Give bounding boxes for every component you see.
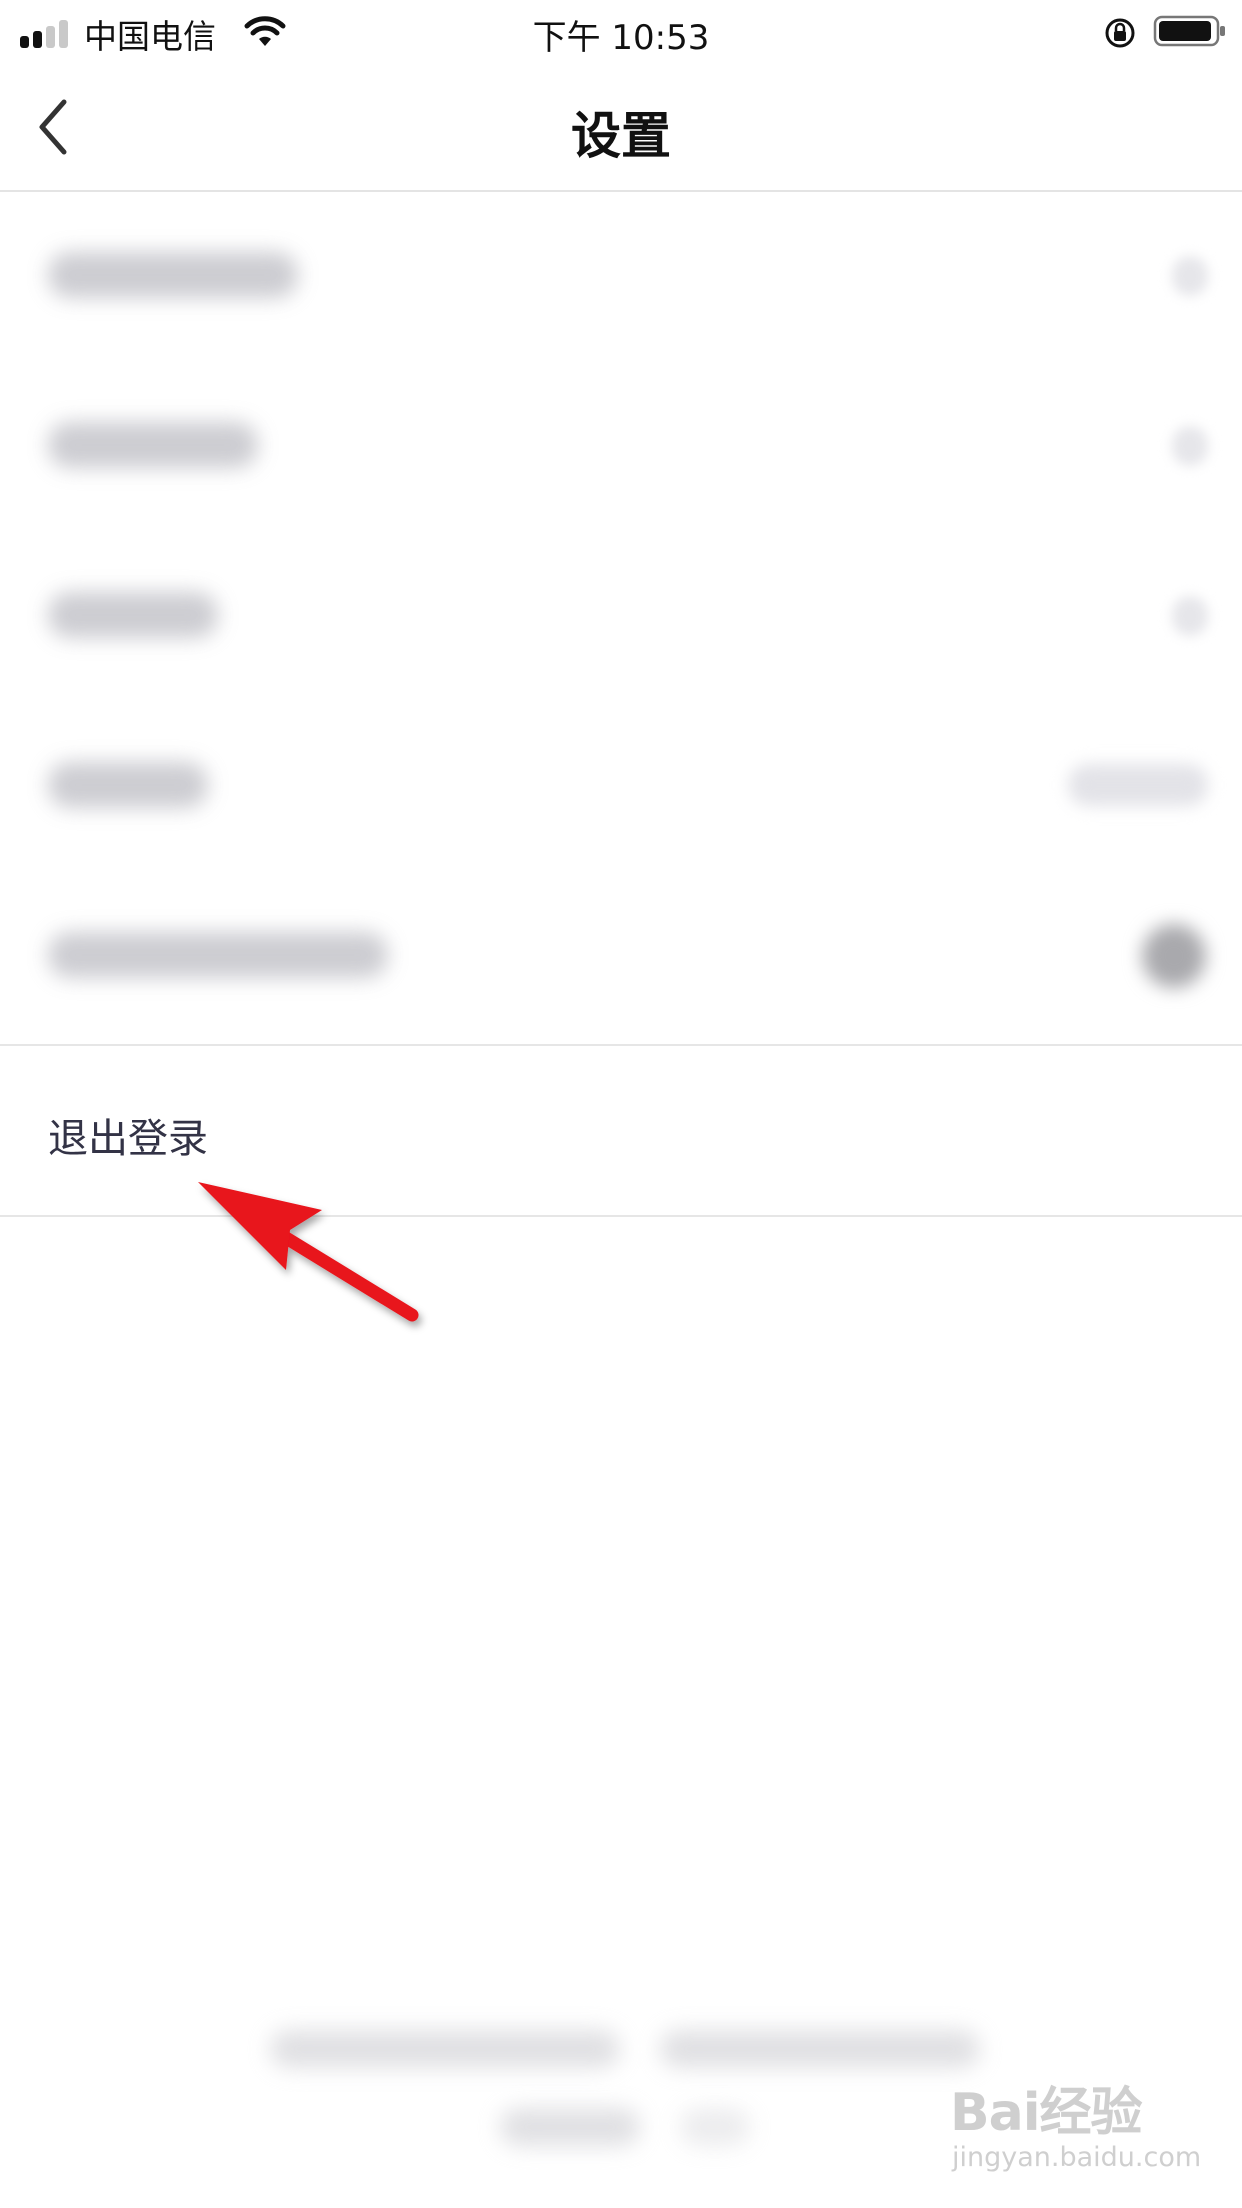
footer-link-redacted — [680, 2108, 750, 2146]
row-label-redacted — [48, 422, 258, 468]
nav-bar: 设置 — [0, 64, 1242, 192]
chevron-right-icon — [1172, 596, 1208, 636]
baidu-jingyan-watermark: Bai经验 jingyan.baidu.com — [950, 2070, 1201, 2190]
status-bar: 中国电信 下午 10:53 — [0, 0, 1242, 64]
watermark-url: jingyan.baidu.com — [952, 2142, 1202, 2173]
watermark-brand: Bai经验 — [950, 2083, 1143, 2143]
chevron-right-icon — [1172, 256, 1208, 296]
row-label-redacted — [48, 252, 298, 298]
row-label-redacted — [48, 592, 218, 638]
red-arrow-icon — [198, 1182, 419, 1322]
chevron-right-icon — [1172, 426, 1208, 466]
toggle-switch — [1142, 924, 1206, 988]
logout-label: 退出登录 — [48, 1116, 208, 1162]
settings-row-5[interactable] — [0, 872, 1242, 1040]
row-label-redacted — [48, 932, 388, 978]
footer-text-redacted — [660, 2030, 980, 2068]
settings-row-1[interactable] — [0, 192, 1242, 360]
status-time: 下午 10:53 — [532, 18, 710, 58]
row-value-redacted — [1068, 764, 1208, 806]
logout-button[interactable]: 退出登录 — [0, 1048, 1242, 1216]
settings-row-2[interactable] — [0, 362, 1242, 530]
footer-text-redacted — [270, 2030, 620, 2068]
row-label-redacted — [48, 762, 208, 808]
footer-link-redacted — [500, 2108, 640, 2146]
orientation-lock-icon — [1105, 18, 1135, 48]
settings-row-4[interactable] — [0, 702, 1242, 870]
page-title: 设置 — [571, 107, 671, 165]
settings-row-3[interactable] — [0, 532, 1242, 700]
divider — [0, 1044, 1242, 1046]
divider — [0, 1215, 1242, 1217]
battery-icon — [1153, 15, 1225, 47]
